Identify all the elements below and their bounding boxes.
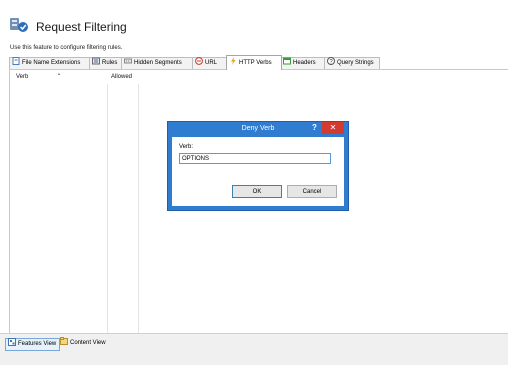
page-description: Use this feature to configure filtering …	[10, 45, 123, 51]
tab-label: URL	[205, 60, 218, 66]
tab-label: Headers	[293, 60, 316, 66]
close-button[interactable]: ✕	[322, 122, 344, 134]
request-filtering-icon	[10, 18, 28, 32]
content-view-tab[interactable]: Content View	[58, 337, 109, 349]
column-header-verb[interactable]: Verb	[16, 74, 28, 80]
ok-button[interactable]: OK	[232, 185, 282, 198]
column-divider	[138, 84, 139, 334]
tab-label: Hidden Segments	[134, 60, 182, 66]
lightning-icon	[231, 57, 236, 66]
column-header-allowed[interactable]: Allowed	[111, 74, 132, 80]
header: Request Filtering	[0, 0, 508, 42]
deny-verb-dialog: Deny Verb ? ✕ Verb: OPTIONS OK Cancel	[167, 121, 349, 211]
cancel-button[interactable]: Cancel	[287, 185, 337, 198]
dialog-title: Deny Verb	[241, 125, 275, 132]
view-switcher: Features View Content View	[0, 333, 508, 365]
page-title: Request Filtering	[36, 20, 127, 34]
tab-label: Query Strings	[337, 60, 374, 66]
headers-icon	[283, 57, 291, 65]
column-divider	[107, 84, 108, 334]
tab-label: File Name Extensions	[22, 60, 81, 66]
tab-headers[interactable]: Headers	[280, 57, 326, 69]
features-view-tab[interactable]: Features View	[5, 338, 61, 351]
tab-file-name-extensions[interactable]: File Name Extensions	[9, 57, 91, 69]
tab-label: HTTP Verbs	[239, 60, 272, 66]
file-icon	[12, 57, 20, 66]
tab-rules[interactable]: Rules	[89, 57, 123, 69]
content-view-icon	[60, 337, 68, 346]
tab-url[interactable]: URL	[192, 57, 228, 69]
verb-label: Verb:	[179, 144, 194, 150]
url-icon	[195, 57, 203, 66]
help-button[interactable]: ?	[309, 122, 320, 134]
tab-label: Rules	[102, 60, 118, 66]
verb-input[interactable]: OPTIONS	[179, 153, 331, 164]
sort-arrow-icon: ▲	[57, 71, 61, 76]
feature-tabs: File Name Extensions Rules Hidden Segmen…	[9, 55, 507, 70]
tab-query-strings[interactable]: ? Query Strings	[324, 57, 380, 69]
features-view-icon	[8, 338, 16, 347]
dialog-body: Verb: OPTIONS OK Cancel	[172, 137, 344, 206]
tab-hidden-segments[interactable]: Hidden Segments	[121, 57, 194, 69]
hidden-segments-icon	[124, 58, 132, 64]
tab-http-verbs[interactable]: HTTP Verbs	[226, 55, 282, 70]
question-icon: ?	[327, 57, 335, 66]
rules-icon	[92, 57, 100, 65]
